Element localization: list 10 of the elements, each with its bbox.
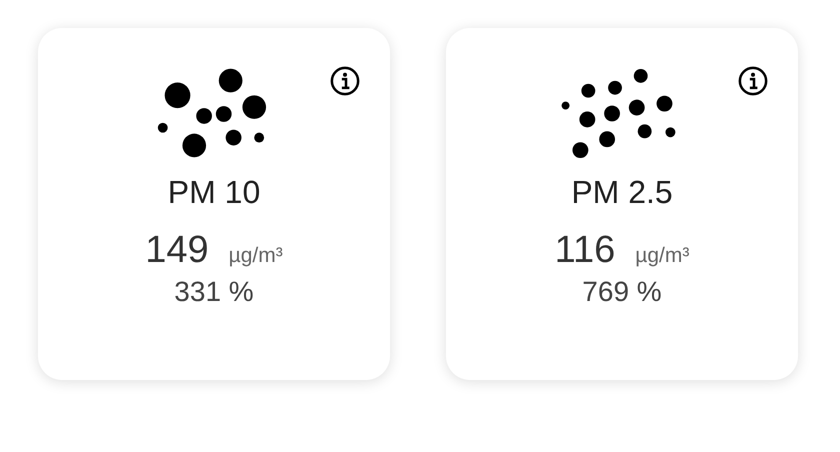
pollutant-name: PM 2.5 (571, 174, 673, 211)
percent-value: 769 % (582, 276, 662, 308)
info-icon[interactable] (330, 66, 360, 96)
percent-value: 331 % (174, 276, 254, 308)
pollutant-name: PM 10 (168, 174, 260, 211)
info-icon[interactable] (738, 66, 768, 96)
unit-label: µg/m³ (635, 244, 690, 268)
unit-label: µg/m³ (228, 244, 283, 268)
concentration-value: 116 (554, 229, 616, 272)
concentration-value: 149 (145, 229, 209, 272)
